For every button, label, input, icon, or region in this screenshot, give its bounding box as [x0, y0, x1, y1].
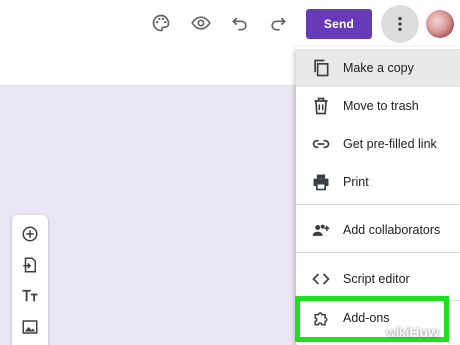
watermark-wiki: wiki [386, 324, 410, 340]
printer-icon [310, 171, 332, 193]
add-image-icon[interactable] [20, 317, 40, 337]
add-question-icon[interactable] [20, 224, 40, 244]
copy-icon [310, 57, 332, 79]
question-toolbar [12, 215, 48, 345]
menu-item-label: Script editor [343, 272, 410, 286]
top-header: Send [0, 0, 460, 48]
link-icon [310, 133, 332, 155]
menu-item-label: Print [343, 175, 369, 189]
redo-icon[interactable] [266, 11, 290, 35]
code-icon [310, 268, 332, 290]
menu-item-make-copy[interactable]: Make a copy [296, 49, 460, 87]
menu-item-script-editor[interactable]: Script editor [296, 260, 460, 298]
menu-item-pre-filled-link[interactable]: Get pre-filled link [296, 125, 460, 163]
trash-icon [310, 95, 332, 117]
menu-divider [296, 252, 460, 253]
send-button[interactable]: Send [306, 9, 372, 39]
menu-item-label: Add collaborators [343, 223, 441, 237]
import-questions-icon[interactable] [20, 255, 40, 275]
undo-icon[interactable] [228, 11, 252, 35]
more-options-button[interactable] [381, 5, 419, 43]
watermark-how: How [409, 324, 439, 340]
menu-item-label: Get pre-filled link [343, 137, 437, 151]
menu-item-print[interactable]: Print [296, 163, 460, 201]
more-vert-icon [398, 16, 402, 32]
menu-divider [296, 204, 460, 205]
wikihow-watermark: wiki How [386, 322, 439, 342]
add-title-icon[interactable] [20, 286, 40, 306]
add-collaborators-icon [310, 219, 332, 241]
account-avatar[interactable] [426, 10, 454, 38]
menu-item-label: Move to trash [343, 99, 419, 113]
preview-eye-icon[interactable] [189, 11, 213, 35]
palette-icon[interactable] [149, 11, 173, 35]
menu-item-label: Make a copy [343, 61, 414, 75]
menu-item-add-collaborators[interactable]: Add collaborators [296, 211, 460, 249]
menu-item-move-to-trash[interactable]: Move to trash [296, 87, 460, 125]
